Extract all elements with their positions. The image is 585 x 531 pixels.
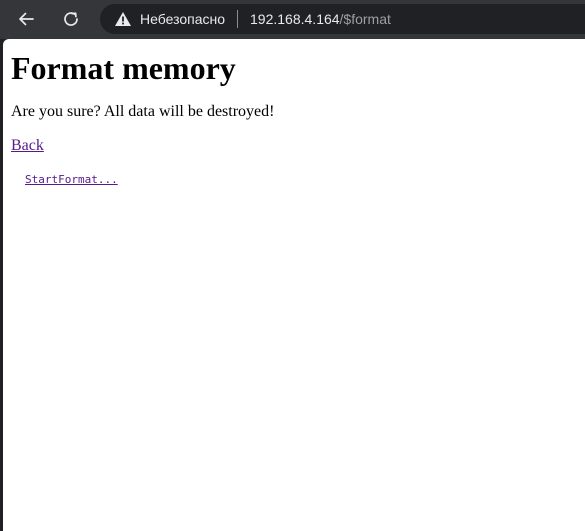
browser-toolbar: Небезопасно 192.168.4.164/$format (0, 0, 585, 39)
reload-button[interactable] (56, 4, 86, 34)
page-title: Format memory (11, 50, 236, 86)
warning-triangle-icon (114, 10, 132, 28)
page-content: Format memory Are you sure? All data wil… (3, 39, 585, 531)
security-chip[interactable]: Небезопасно (114, 4, 225, 34)
arrow-left-icon (19, 12, 34, 26)
start-format-container: StartFormat... (11, 170, 577, 188)
start-format-link[interactable]: StartFormat... (25, 173, 118, 186)
warning-message: Are you sure? All data will be destroyed… (11, 103, 275, 120)
back-button[interactable] (11, 4, 41, 34)
security-label: Небезопасно (140, 11, 226, 27)
omnibox-divider (237, 10, 239, 28)
reload-icon (64, 12, 78, 26)
back-link[interactable]: Back (11, 136, 44, 156)
url-path: /$format (339, 11, 391, 27)
url-host: 192.168.4.164 (250, 11, 340, 27)
address-bar[interactable]: Небезопасно 192.168.4.164/$format (100, 4, 585, 34)
